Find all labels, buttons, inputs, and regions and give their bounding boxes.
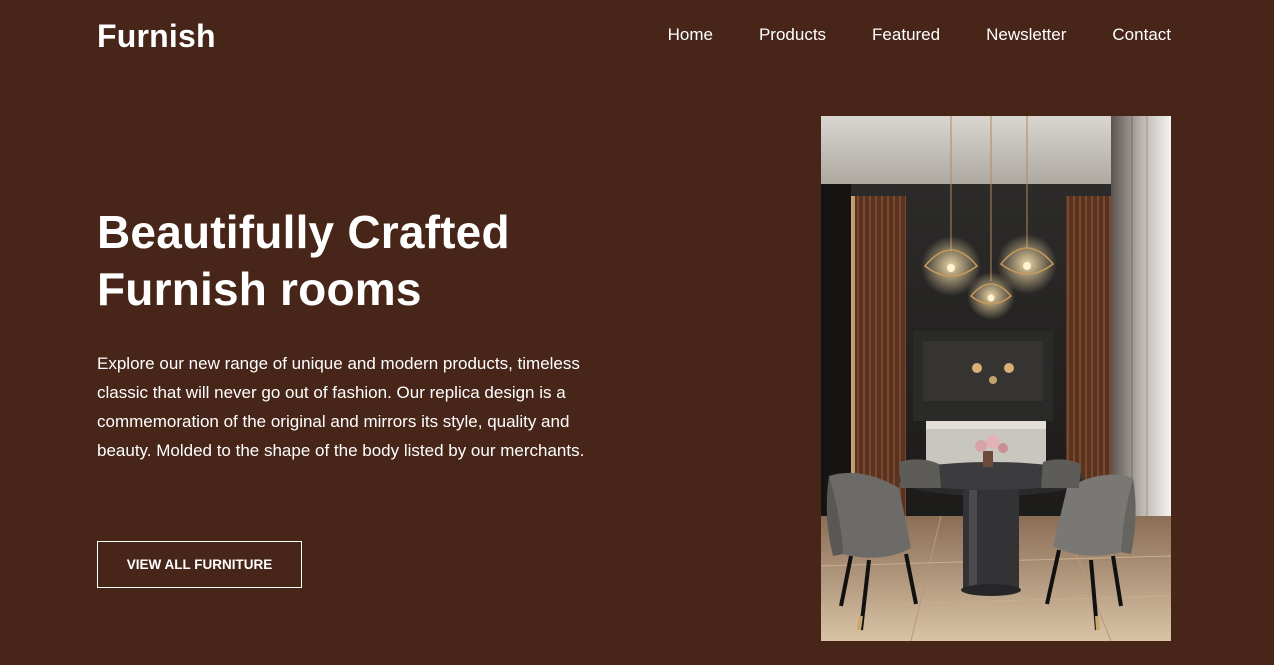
dining-room-photo: [821, 116, 1171, 641]
hero-title-line-1: Beautifully Crafted: [97, 206, 510, 258]
nav-item-featured: Featured: [872, 24, 940, 46]
nav-link-contact[interactable]: Contact: [1112, 24, 1171, 46]
nav-link-home[interactable]: Home: [668, 24, 713, 46]
nav-item-products: Products: [759, 24, 826, 46]
nav-link-products[interactable]: Products: [759, 24, 826, 46]
view-all-furniture-button[interactable]: VIEW ALL FURNITURE: [97, 541, 302, 588]
hero-title-line-2: Furnish rooms: [97, 263, 422, 315]
hero-title: Beautifully Crafted Furnish rooms: [97, 204, 697, 318]
nav-item-home: Home: [668, 24, 713, 46]
nav-item-newsletter: Newsletter: [986, 24, 1066, 46]
logo[interactable]: Furnish: [97, 17, 216, 55]
nav-item-contact: Contact: [1112, 24, 1171, 46]
main-nav: Home Products Featured Newsletter Contac…: [668, 24, 1171, 46]
nav-link-featured[interactable]: Featured: [872, 24, 940, 46]
hero-description: Explore our new range of unique and mode…: [97, 354, 585, 460]
nav-link-newsletter[interactable]: Newsletter: [986, 24, 1066, 46]
